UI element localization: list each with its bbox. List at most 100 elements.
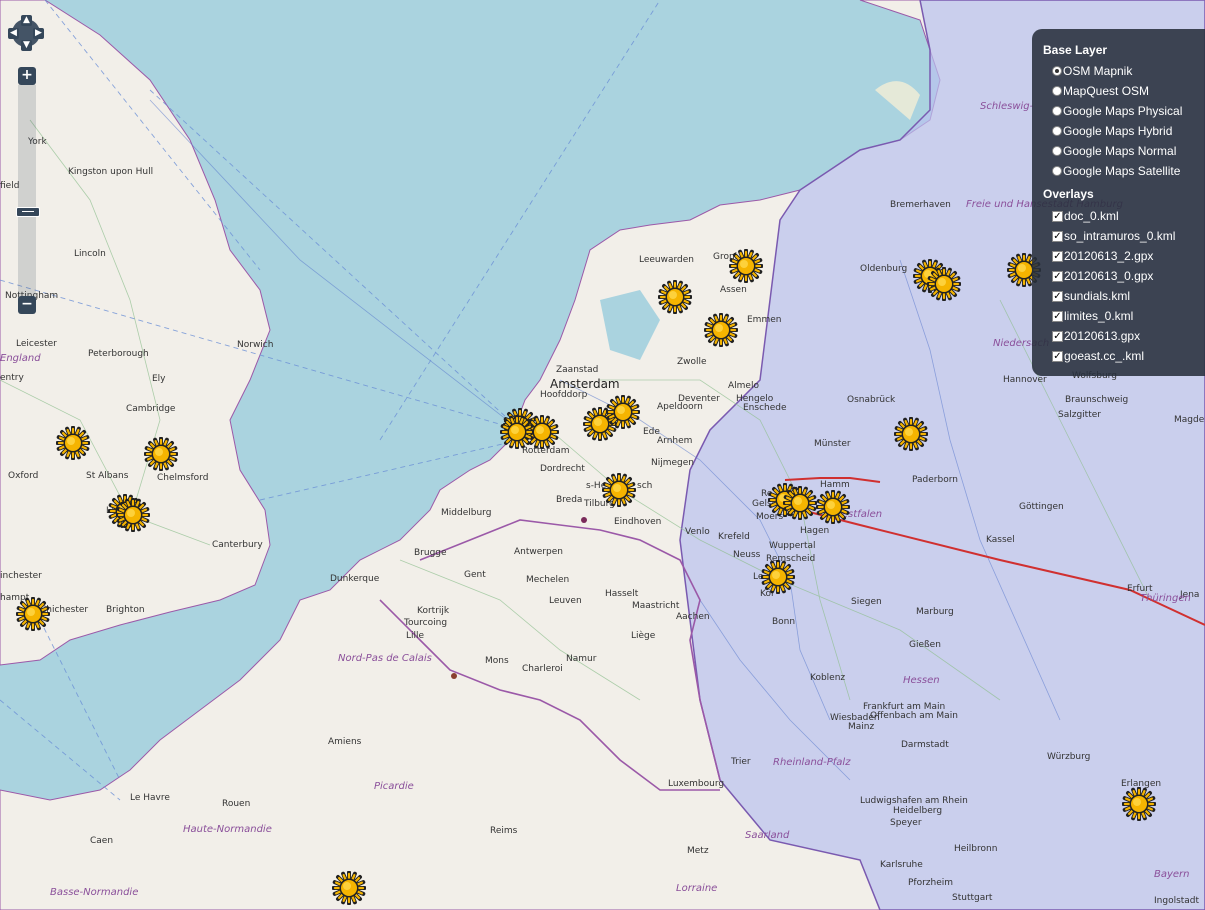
base-layer-option[interactable]: Google Maps Satellite bbox=[1052, 163, 1180, 179]
pan-right-icon[interactable]: ▶ bbox=[33, 28, 44, 39]
overlay-option[interactable]: ✓ doc_0.kml bbox=[1052, 208, 1119, 224]
checkbox[interactable]: ✓ bbox=[1052, 210, 1063, 222]
base-layer-option[interactable]: MapQuest OSM bbox=[1052, 83, 1149, 99]
radio-button[interactable] bbox=[1052, 166, 1062, 176]
place-label: Amiens bbox=[328, 737, 362, 747]
pan-down-icon[interactable]: ▼ bbox=[21, 40, 32, 51]
base-layer-option[interactable]: Google Maps Hybrid bbox=[1052, 123, 1172, 139]
place-label: Heilbronn bbox=[954, 844, 998, 854]
overlay-label: 20120613_0.gpx bbox=[1064, 269, 1154, 283]
pan-left-icon[interactable]: ◀ bbox=[8, 28, 19, 39]
place-label: Enschede bbox=[743, 403, 787, 413]
sundial-sun-icon[interactable] bbox=[658, 280, 692, 314]
zoom-bar[interactable] bbox=[16, 85, 40, 303]
radio-button[interactable] bbox=[1052, 126, 1062, 136]
pan-up-icon[interactable]: ▲ bbox=[21, 15, 32, 26]
map-canvas[interactable]: York Kingston upon Hull field Lincoln No… bbox=[0, 0, 1205, 910]
sundial-sun-icon[interactable] bbox=[602, 473, 636, 507]
place-label: Koblenz bbox=[810, 673, 846, 683]
base-layer-option[interactable]: Google Maps Normal bbox=[1052, 143, 1176, 159]
checkbox[interactable]: ✓ bbox=[1052, 270, 1063, 282]
place-label: Hasselt bbox=[605, 589, 639, 599]
checkbox[interactable]: ✓ bbox=[1052, 250, 1063, 262]
place-label: Mainz bbox=[848, 722, 875, 732]
place-label: Münster bbox=[814, 439, 851, 449]
radio-button[interactable] bbox=[1052, 146, 1062, 156]
place-label: Ely bbox=[152, 374, 166, 384]
place-label: Rouen bbox=[222, 799, 251, 809]
sundial-sun-icon[interactable] bbox=[783, 486, 817, 520]
place-label: Ludwigshafen am Rhein bbox=[860, 796, 968, 806]
place-label: Wuppertal bbox=[769, 541, 816, 551]
base-layer-option[interactable]: Google Maps Physical bbox=[1052, 103, 1182, 119]
layer-switcher: Base Layer OSM Mapnik MapQuest OSM Google … bbox=[1032, 29, 1205, 376]
overlay-label: sundials.kml bbox=[1064, 289, 1131, 303]
place-label: Bremerhaven bbox=[890, 200, 951, 210]
sundial-sun-icon[interactable] bbox=[606, 395, 640, 429]
base-map-tiles bbox=[0, 0, 1205, 910]
sundial-sun-icon[interactable] bbox=[16, 597, 50, 631]
sundial-sun-icon[interactable] bbox=[729, 249, 763, 283]
place-label: Paderborn bbox=[912, 475, 958, 485]
sundial-sun-icon[interactable] bbox=[144, 437, 178, 471]
zoom-slider-handle[interactable] bbox=[16, 207, 40, 217]
sundial-sun-icon[interactable] bbox=[816, 490, 850, 524]
place-label: Apeldoorn bbox=[657, 402, 703, 412]
sundial-sun-icon[interactable] bbox=[894, 417, 928, 451]
zoom-in-button[interactable]: + bbox=[18, 67, 36, 85]
place-label: Canterbury bbox=[212, 540, 263, 550]
checkbox[interactable]: ✓ bbox=[1052, 230, 1063, 242]
place-label: Speyer bbox=[890, 818, 922, 828]
sundial-sun-icon[interactable] bbox=[56, 426, 90, 460]
overlay-option[interactable]: ✓ so_intramuros_0.kml bbox=[1052, 228, 1175, 244]
radio-button[interactable] bbox=[1052, 106, 1062, 116]
sundial-sun-icon[interactable] bbox=[927, 267, 961, 301]
place-label: Leuven bbox=[549, 596, 582, 606]
region-label: Rheinland-Pfalz bbox=[773, 757, 851, 768]
place-label: Göttingen bbox=[1019, 502, 1064, 512]
sundial-sun-icon[interactable] bbox=[332, 871, 366, 905]
checkbox[interactable]: ✓ bbox=[1052, 310, 1063, 322]
sundial-sun-icon[interactable] bbox=[1122, 787, 1156, 821]
place-label: Emmen bbox=[747, 315, 782, 325]
zoom-out-button[interactable]: − bbox=[18, 296, 36, 314]
checkbox[interactable]: ✓ bbox=[1052, 350, 1063, 362]
sundial-sun-icon[interactable] bbox=[761, 560, 795, 594]
place-label: Antwerpen bbox=[514, 547, 563, 557]
place-label: Ingolstadt bbox=[1154, 896, 1200, 906]
place-label: Venlo bbox=[685, 527, 710, 537]
place-label: Hoofddorp bbox=[540, 390, 588, 400]
base-layer-option[interactable]: OSM Mapnik bbox=[1052, 63, 1132, 79]
overlay-option[interactable]: ✓ sundials.kml bbox=[1052, 288, 1130, 304]
place-label: Neuss bbox=[733, 550, 761, 560]
place-label: Gießen bbox=[909, 640, 941, 650]
checkbox[interactable]: ✓ bbox=[1052, 330, 1063, 342]
base-layer-label: MapQuest OSM bbox=[1063, 84, 1150, 98]
radio-button[interactable] bbox=[1052, 86, 1062, 96]
overlay-option[interactable]: ✓ 20120613_2.gpx bbox=[1052, 248, 1153, 264]
sundial-sun-icon[interactable] bbox=[704, 313, 738, 347]
overlays-heading: Overlays bbox=[1043, 187, 1094, 201]
place-label: Siegen bbox=[851, 597, 882, 607]
sundial-sun-icon[interactable] bbox=[116, 498, 150, 532]
place-label: Mechelen bbox=[526, 575, 570, 585]
place-label: Hannover bbox=[1003, 375, 1047, 385]
place-label: Namur bbox=[566, 654, 597, 664]
place-label: Oxford bbox=[8, 471, 39, 481]
overlay-option[interactable]: ✓ 20120613_0.gpx bbox=[1052, 268, 1153, 284]
region-label: Saarland bbox=[745, 830, 790, 841]
overlay-option[interactable]: ✓ goeast.cc_.kml bbox=[1052, 348, 1144, 364]
checkbox[interactable]: ✓ bbox=[1052, 290, 1063, 302]
place-label: Arnhem bbox=[657, 436, 693, 446]
region-label: England bbox=[0, 353, 41, 364]
overlay-option[interactable]: ✓ limites_0.kml bbox=[1052, 308, 1133, 324]
region-label: Haute-Normandie bbox=[183, 824, 272, 835]
radio-button[interactable] bbox=[1052, 66, 1062, 76]
base-layer-label: Google Maps Hybrid bbox=[1063, 124, 1173, 138]
place-label: inchester bbox=[0, 571, 42, 581]
place-label: Hamm bbox=[820, 480, 850, 490]
overlay-option[interactable]: ✓ 20120613.gpx bbox=[1052, 328, 1140, 344]
sundial-sun-icon[interactable] bbox=[500, 415, 534, 449]
place-label: sch bbox=[637, 481, 653, 491]
place-label: Dunkerque bbox=[330, 574, 380, 584]
